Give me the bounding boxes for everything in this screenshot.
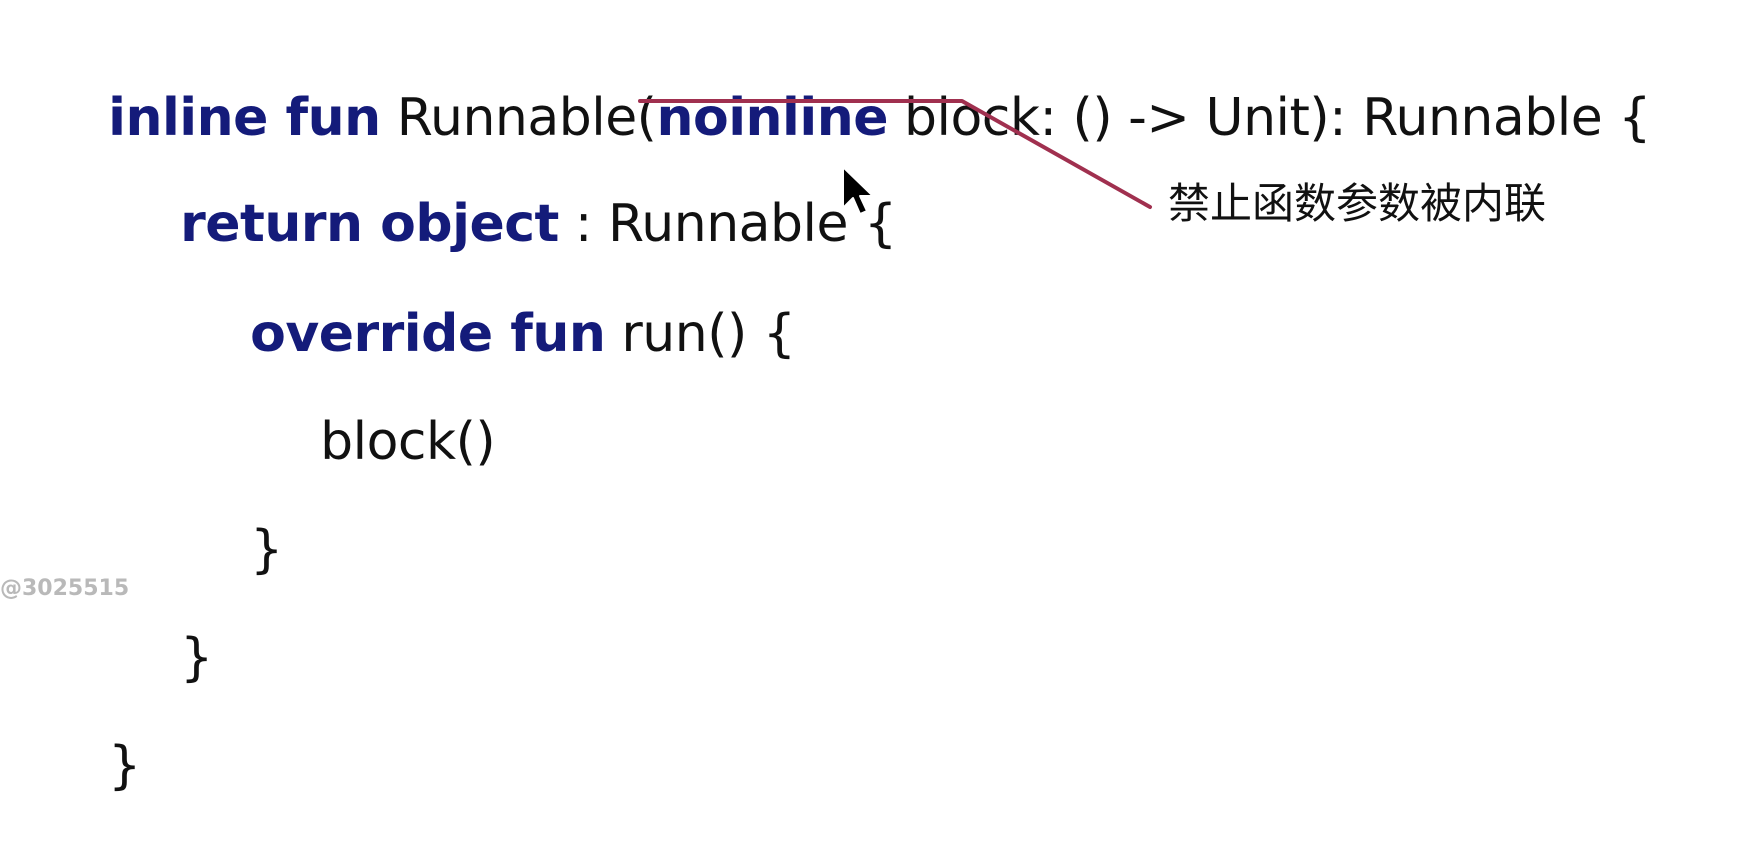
code-line-3: override fun run() { bbox=[186, 238, 796, 364]
code-line-2: return object : Runnable { bbox=[116, 128, 897, 254]
code-line-6: } bbox=[116, 562, 213, 688]
annotation-label: 禁止函数参数被内联 bbox=[1168, 179, 1547, 228]
watermark-text: @3025515 bbox=[0, 576, 130, 601]
block-call: block() bbox=[320, 412, 496, 472]
closing-brace-run: } bbox=[250, 520, 283, 580]
mouse-cursor-icon bbox=[842, 166, 874, 215]
code-line-7: } bbox=[44, 670, 141, 796]
run-method-signature: run() { bbox=[605, 304, 796, 364]
closing-brace-function: } bbox=[108, 736, 141, 796]
function-signature-end: block: () -> Unit): Runnable { bbox=[888, 88, 1651, 148]
closing-brace-object: } bbox=[180, 628, 213, 688]
code-line-5: } bbox=[186, 454, 283, 580]
code-line-4: block() bbox=[256, 346, 496, 472]
code-line-1: inline fun Runnable(noinline block: () -… bbox=[44, 22, 1651, 148]
code-slide: inline fun Runnable(noinline block: () -… bbox=[0, 0, 1738, 796]
